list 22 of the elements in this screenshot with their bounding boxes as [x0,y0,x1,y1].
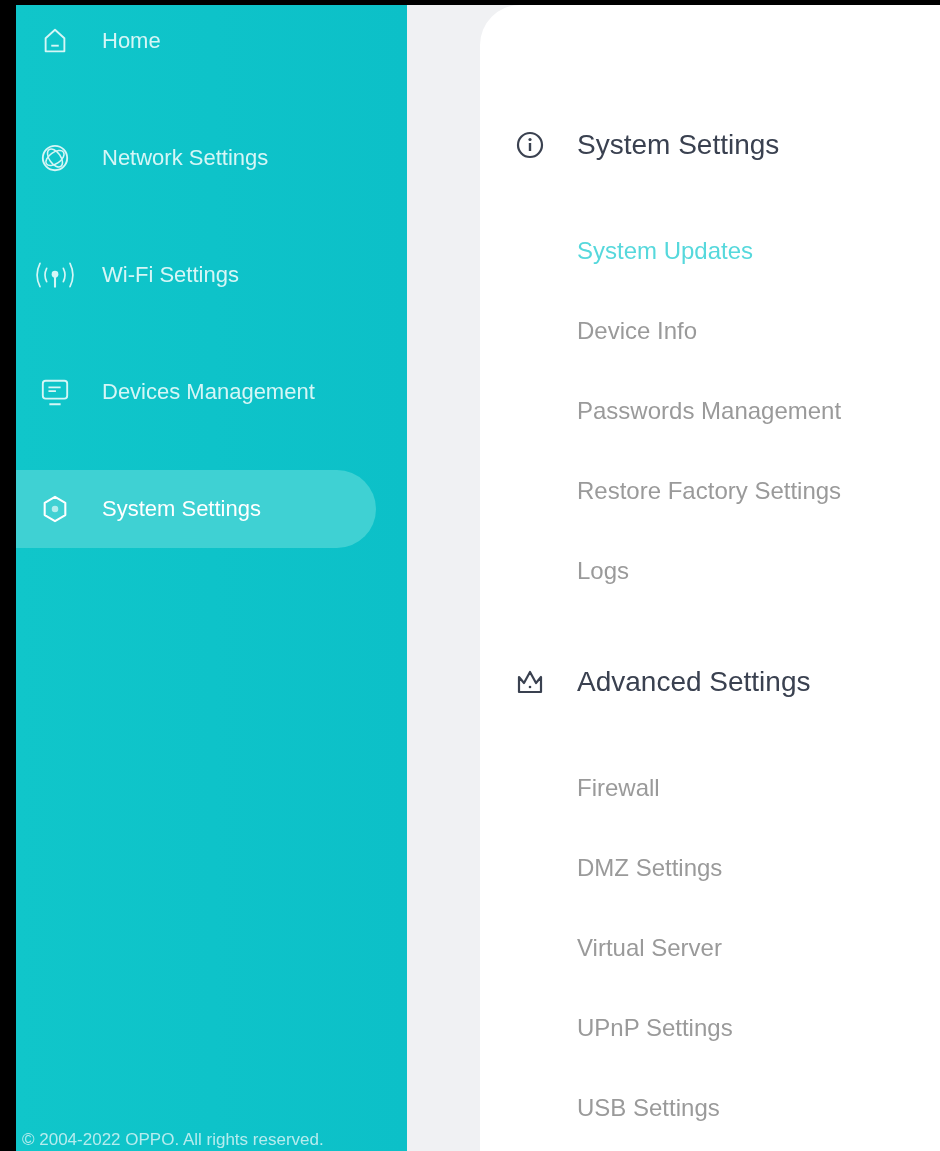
section-title: Advanced Settings [577,666,811,698]
nav-item[interactable]: Home [16,5,376,80]
menu-link[interactable]: USB Settings [577,1088,940,1128]
menu-link[interactable]: Logs [577,551,940,591]
menu-link[interactable]: UPnP Settings [577,1008,940,1048]
nav-item[interactable]: Devices Management [16,353,376,431]
nav-item[interactable]: Network Settings [16,119,376,197]
menu-link[interactable]: Virtual Server [577,928,940,968]
section-title: System Settings [577,129,780,161]
globe-icon [40,143,70,173]
copyright-text: © 2004-2022 OPPO. All rights reserved. [22,1129,324,1151]
menu-link[interactable]: Restore Factory Settings [577,471,940,511]
menu-link[interactable]: Firewall [577,768,940,808]
nav-item[interactable]: Wi-Fi Settings [16,236,376,314]
menu-link[interactable]: Device Info [577,311,940,351]
info-icon [516,131,544,159]
menu-link[interactable]: Passwords Management [577,391,940,431]
monitor-icon [40,377,70,407]
menu-link[interactable]: System Updates [577,231,940,271]
menu-link[interactable]: DMZ Settings [577,848,940,888]
nav-item[interactable]: System Settings [16,470,376,548]
crown-icon [516,668,544,696]
